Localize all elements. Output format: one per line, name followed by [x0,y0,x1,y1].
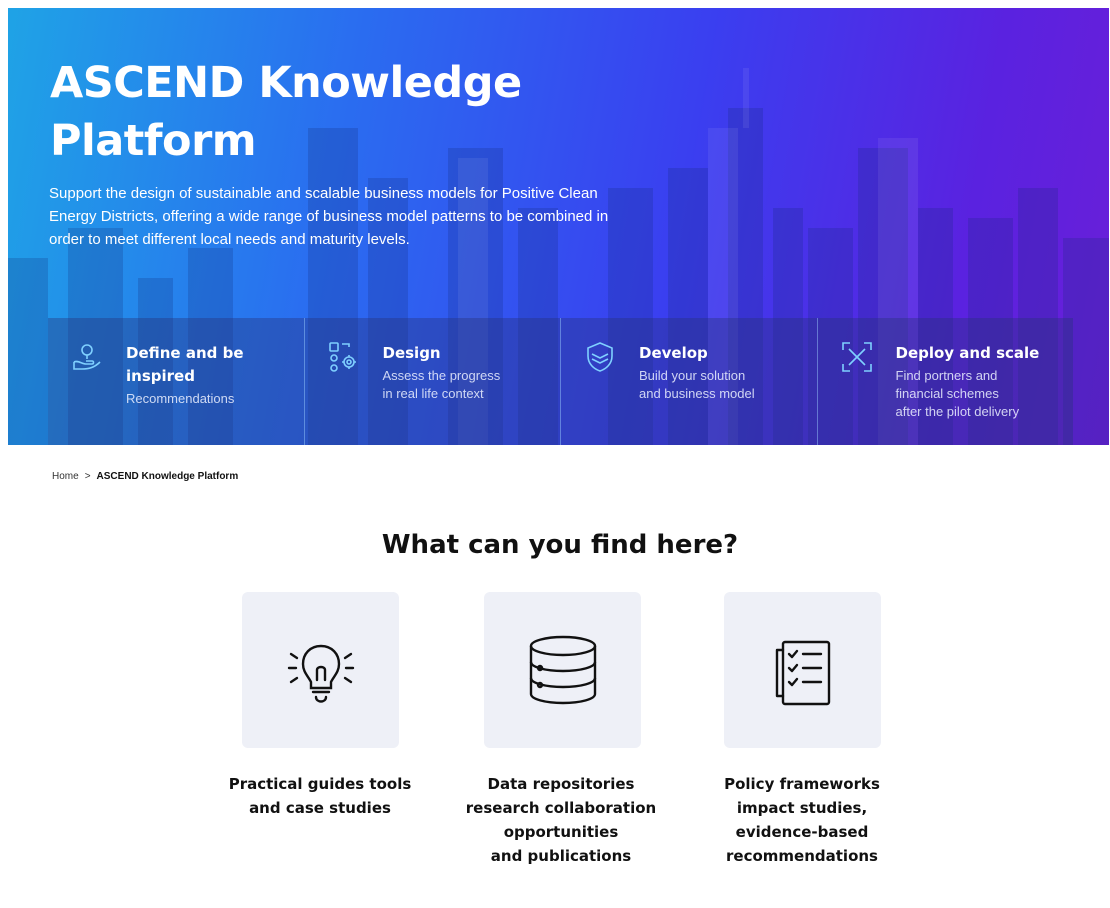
breadcrumb-separator: > [84,471,91,482]
hero-description: Support the design of sustainable and sc… [49,185,609,248]
section-title: What can you find here? [381,530,739,560]
feature-define[interactable]: Define and be inspired Recommendations [48,318,305,445]
feature-develop[interactable]: Develop Build your solution and business… [561,318,818,445]
feature-description: Find portners and financial schemes afte… [895,368,1020,419]
design-gear-icon [328,342,356,372]
feature-title: Deploy and scale [895,344,1040,362]
breadcrumb-current: ASCEND Knowledge Platform [96,471,239,482]
layers-shield-icon [587,342,613,372]
database-icon [529,635,596,705]
checklist-icon [775,640,830,706]
card-label: Policy frameworks impact studies, eviden… [724,775,880,865]
feature-description: Build your solution and business model [639,368,755,401]
feature-title: Design [382,344,441,362]
feature-description: Assess the progress in real life context [382,368,501,401]
feature-strip: Define and be inspired Recommendations D… [48,318,1073,445]
breadcrumb-home-link[interactable]: Home [52,471,79,482]
feature-title: Define and be inspired [126,344,244,385]
hero-banner: ASCEND Knowledge Platform Support the de… [8,8,1109,445]
expand-arrows-icon [841,342,872,372]
card-label: Data repositories research collaboration… [465,775,657,865]
card-policy[interactable] [724,592,881,748]
feature-design[interactable]: Design Assess the progress in real life … [305,318,561,445]
page-title: ASCEND Knowledge Platform [50,58,522,166]
lightbulb-icon [287,644,354,703]
feature-deploy[interactable]: Deploy and scale Find portners and finan… [818,318,1074,445]
hand-person-icon [73,344,101,370]
feature-description: Recommendations [126,391,235,406]
card-label: Practical guides tools and case studies [228,775,412,817]
card-guides[interactable] [242,592,399,748]
card-data[interactable] [484,592,641,748]
breadcrumb: Home > ASCEND Knowledge Platform [52,471,238,482]
feature-title: Develop [639,344,708,362]
